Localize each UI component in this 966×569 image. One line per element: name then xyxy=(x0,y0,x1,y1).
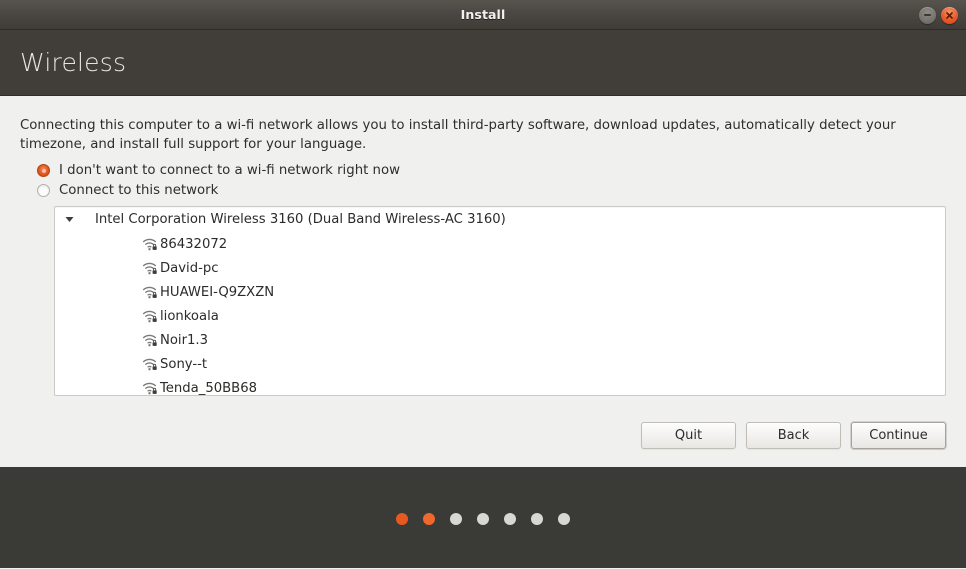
progress-dots xyxy=(396,512,570,525)
quit-button[interactable]: Quit xyxy=(641,422,736,449)
page-title: Wireless xyxy=(20,48,127,77)
list-item[interactable]: David-pc xyxy=(55,256,945,280)
list-item[interactable]: HUAWEI-Q9ZXZN xyxy=(55,280,945,304)
list-item[interactable]: Sony--t xyxy=(55,352,945,376)
wifi-secured-icon xyxy=(142,381,160,395)
progress-dot[interactable] xyxy=(450,512,462,525)
progress-dot[interactable] xyxy=(558,512,570,525)
adapter-name: Intel Corporation Wireless 3160 (Dual Ba… xyxy=(95,212,506,227)
option-no-wifi[interactable]: I don't want to connect to a wi-fi netwo… xyxy=(20,163,946,178)
option-no-wifi-label: I don't want to connect to a wi-fi netwo… xyxy=(59,163,400,178)
page-header: Wireless xyxy=(0,30,966,96)
close-button[interactable] xyxy=(941,6,958,24)
network-ssid: Sony--t xyxy=(160,356,208,372)
radio-connect-network[interactable] xyxy=(37,184,50,197)
option-connect-network[interactable]: Connect to this network xyxy=(20,183,946,198)
window-titlebar: Install xyxy=(0,0,966,30)
progress-dot[interactable] xyxy=(504,512,516,525)
list-item[interactable]: Tenda_50BB68 xyxy=(55,376,945,396)
list-item[interactable]: Noir1.3 xyxy=(55,328,945,352)
progress-dot[interactable] xyxy=(531,512,543,525)
triangle-down-icon[interactable] xyxy=(60,216,78,223)
network-ssid: David-pc xyxy=(160,260,219,276)
option-connect-network-label: Connect to this network xyxy=(59,183,219,198)
progress-dot[interactable] xyxy=(396,512,408,525)
network-ssid: lionkoala xyxy=(160,308,219,324)
network-ssid: 86432072 xyxy=(160,236,228,252)
adapter-row[interactable]: Intel Corporation Wireless 3160 (Dual Ba… xyxy=(55,207,945,232)
wifi-secured-icon xyxy=(142,285,160,299)
wifi-secured-icon xyxy=(142,333,160,347)
wifi-secured-icon xyxy=(142,237,160,251)
wifi-secured-icon xyxy=(142,261,160,275)
list-item[interactable]: lionkoala xyxy=(55,304,945,328)
radio-no-wifi[interactable] xyxy=(37,164,50,177)
minimize-button[interactable] xyxy=(919,6,936,24)
continue-button[interactable]: Continue xyxy=(851,422,946,449)
list-item[interactable]: 86432072 xyxy=(55,232,945,256)
back-button[interactable]: Back xyxy=(746,422,841,449)
wifi-secured-icon xyxy=(142,357,160,371)
window-controls xyxy=(919,0,958,30)
network-ssid: Tenda_50BB68 xyxy=(160,380,257,396)
button-bar: Quit Back Continue xyxy=(641,422,946,449)
close-icon xyxy=(946,11,953,19)
progress-dot[interactable] xyxy=(477,512,489,525)
content-area: Connecting this computer to a wi-fi netw… xyxy=(0,96,966,467)
window-title: Install xyxy=(460,7,506,22)
network-list[interactable]: Intel Corporation Wireless 3160 (Dual Ba… xyxy=(54,206,946,396)
intro-text: Connecting this computer to a wi-fi netw… xyxy=(20,118,896,152)
wifi-secured-icon xyxy=(142,309,160,323)
progress-dot[interactable] xyxy=(423,512,435,525)
network-ssid: HUAWEI-Q9ZXZN xyxy=(160,284,275,300)
network-ssid: Noir1.3 xyxy=(160,332,208,348)
slideshow-footer xyxy=(0,467,966,568)
